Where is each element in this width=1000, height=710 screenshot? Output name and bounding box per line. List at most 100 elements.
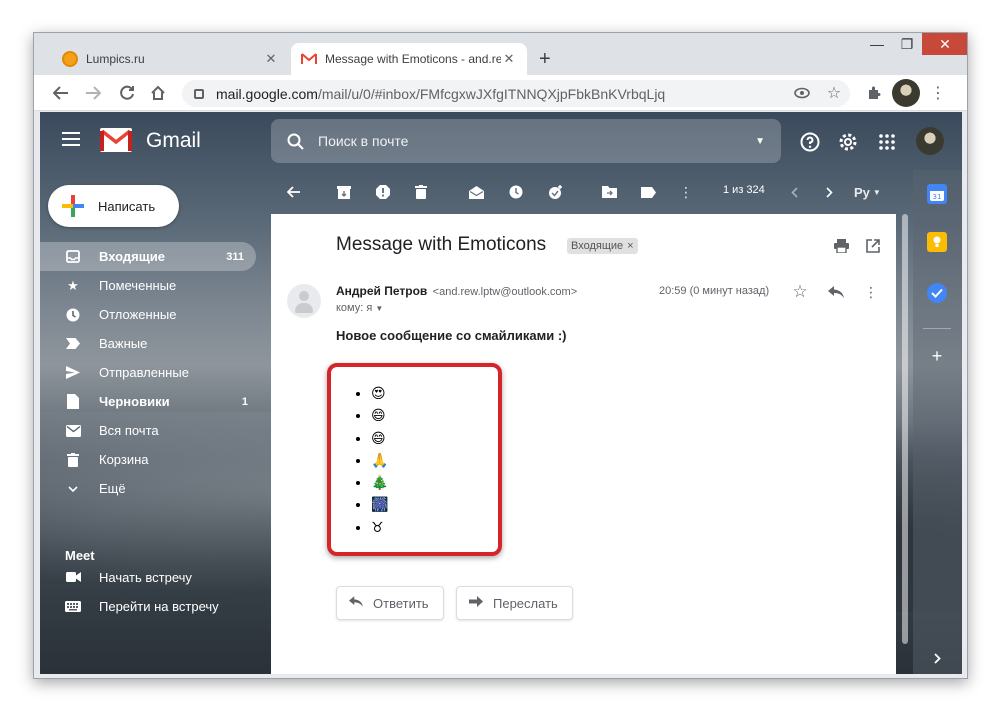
back-button[interactable] (50, 83, 72, 103)
reply-button[interactable]: Ответить (336, 586, 444, 620)
forward-label: Переслать (493, 595, 558, 611)
profile-avatar[interactable] (892, 79, 920, 107)
sidebar-item-label: Отправленные (99, 365, 189, 380)
apps-grid-icon[interactable] (876, 131, 898, 153)
sidebar-item-important[interactable]: Важные (40, 329, 260, 358)
emoji-grin: 😄 (371, 428, 388, 450)
chevron-down-icon (65, 481, 81, 497)
print-icon[interactable] (833, 238, 849, 254)
delete-icon[interactable] (415, 183, 427, 201)
get-addons-plus-icon[interactable]: + (927, 346, 947, 366)
mark-unread-icon[interactable] (469, 183, 484, 201)
meet-join-meeting[interactable]: Перейти на встречу (65, 596, 219, 616)
reload-button[interactable] (116, 83, 138, 103)
emoji-taurus: ♉ (371, 517, 388, 539)
pager-text: 1 из 324 (723, 184, 765, 196)
keep-icon[interactable] (927, 232, 947, 252)
emoji-pray: 🙏 (371, 450, 388, 472)
sidebar-item-snoozed[interactable]: Отложенные (40, 300, 260, 329)
archive-icon[interactable] (337, 183, 351, 201)
tab-close-icon[interactable]: ✕ (501, 51, 517, 67)
trash-icon (65, 452, 81, 468)
meet-item-label: Перейти на встречу (99, 598, 219, 614)
star-message-icon[interactable]: ☆ (791, 282, 809, 301)
browser-toolbar: mail.google.com/mail/u/0/#inbox/FMfcgxwJ… (34, 75, 967, 111)
calendar-icon[interactable]: 31 (927, 184, 947, 204)
dropdown-caret-icon: ▼ (872, 187, 881, 197)
draft-count: 1 (241, 395, 248, 408)
sidebar-item-label: Черновики (99, 394, 170, 409)
home-button[interactable] (147, 83, 169, 103)
move-to-icon[interactable] (602, 183, 617, 201)
meet-start-meeting[interactable]: Начать встречу (65, 567, 192, 587)
compose-plus-icon (62, 195, 84, 217)
gmail-favicon-icon (301, 53, 317, 65)
star-icon: ★ (67, 277, 79, 293)
account-avatar[interactable] (916, 127, 944, 155)
sidebar-item-inbox[interactable]: Входящие 311 (40, 242, 256, 271)
sidebar-item-label: Важные (99, 336, 148, 351)
tab-gmail-message[interactable]: Message with Emoticons - and.re ✕ (291, 43, 527, 75)
close-window-button[interactable]: ✕ (922, 33, 967, 55)
search-icon[interactable] (287, 133, 304, 150)
sidebar-item-drafts[interactable]: Черновики 1 (40, 387, 260, 416)
extensions-icon[interactable] (863, 83, 885, 103)
reply-icon[interactable] (827, 284, 845, 300)
side-panel: 31 + (913, 170, 962, 674)
help-icon[interactable] (799, 131, 821, 153)
browser-menu-icon[interactable]: ⋮ (927, 83, 949, 103)
recipient-line[interactable]: кому: я ▼ (336, 302, 383, 314)
more-options-icon[interactable]: ⋮ (679, 183, 693, 201)
older-chevron-icon[interactable] (826, 183, 833, 201)
tab-lumpics[interactable]: Lumpics.ru ✕ (52, 43, 289, 75)
minimize-button[interactable]: — (862, 33, 892, 55)
unread-count: 311 (226, 250, 244, 263)
emoji-heart-eyes: 😍 (371, 383, 388, 405)
emoji-fireworks: 🎆 (371, 494, 388, 516)
bookmark-star-icon[interactable]: ☆ (823, 83, 845, 103)
open-new-window-icon[interactable] (865, 238, 881, 254)
lang-badge: Ру (854, 184, 870, 200)
reload-icon (120, 85, 134, 100)
newer-chevron-icon[interactable] (791, 183, 798, 201)
report-spam-icon[interactable] (376, 183, 390, 201)
compose-button[interactable]: Написать (48, 185, 179, 227)
sidebar-nav: Входящие 311 ★ Помеченные Отложенные Важ… (40, 242, 260, 503)
message-view: Message with Emoticons Входящие × Андрей… (271, 214, 896, 674)
input-language-button[interactable]: Ру ▼ (854, 183, 881, 201)
forward-button[interactable]: Переслать (456, 586, 573, 620)
recipient-text: кому: я (336, 302, 373, 314)
sender-name: Андрей Петров (336, 284, 428, 298)
svg-text:31: 31 (933, 193, 942, 201)
remove-label-icon[interactable]: × (627, 240, 633, 252)
message-scrollbar[interactable] (902, 214, 908, 644)
keyboard-icon (65, 600, 81, 612)
message-time: 20:59 (0 минут назад) (659, 285, 770, 297)
new-tab-button[interactable]: + (539, 48, 551, 71)
gmail-logo-icon (100, 128, 132, 152)
settings-gear-icon[interactable] (837, 131, 859, 153)
tab-close-icon[interactable]: ✕ (263, 51, 279, 67)
add-to-tasks-icon[interactable] (548, 183, 563, 201)
back-to-inbox-icon[interactable] (287, 183, 301, 201)
tasks-icon[interactable] (927, 283, 947, 303)
sidebar-item-starred[interactable]: ★ Помеченные (40, 271, 260, 300)
forward-button[interactable] (82, 83, 104, 103)
expand-panel-chevron-icon[interactable] (927, 648, 947, 668)
maximize-button[interactable]: ❐ (892, 33, 922, 55)
sidebar-item-all-mail[interactable]: Вся почта (40, 416, 260, 445)
label-icon[interactable] (641, 183, 656, 201)
main-menu-icon[interactable] (62, 132, 80, 146)
message-more-icon[interactable]: ⋮ (863, 283, 879, 301)
eye-icon[interactable] (791, 83, 813, 103)
address-bar[interactable]: mail.google.com/mail/u/0/#inbox/FMfcgxwJ… (182, 80, 850, 107)
mail-search-input[interactable]: Поиск в почте ▼ (271, 119, 781, 163)
details-caret-icon[interactable]: ▼ (375, 304, 383, 313)
sidebar-item-more[interactable]: Ещё (40, 474, 260, 503)
snooze-icon[interactable] (509, 183, 523, 201)
inbox-label-chip[interactable]: Входящие × (567, 238, 638, 254)
sidebar-item-trash[interactable]: Корзина (40, 445, 260, 474)
sidebar-item-sent[interactable]: Отправленные (40, 358, 260, 387)
inbox-icon (65, 249, 81, 265)
search-options-icon[interactable]: ▼ (755, 136, 765, 147)
